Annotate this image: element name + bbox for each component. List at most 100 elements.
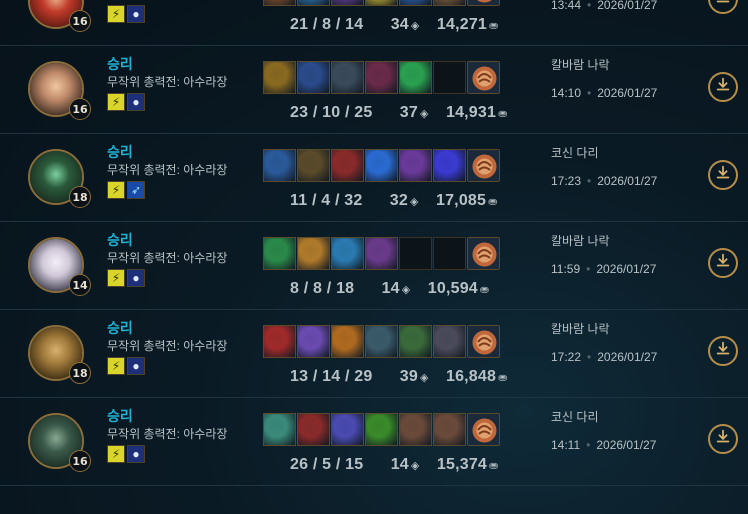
item-icon[interactable] xyxy=(433,413,466,446)
item-icon[interactable] xyxy=(365,413,398,446)
item-icon[interactable] xyxy=(263,413,296,446)
item-icon[interactable] xyxy=(365,0,398,6)
match-stats: 23 / 10 / 25 37 ◈ 14,931 ⛂ xyxy=(290,104,508,122)
item-icon[interactable] xyxy=(433,149,466,182)
champion-level-badge: 18 xyxy=(69,186,91,208)
gold: 15,374 xyxy=(436,456,488,473)
cs-icon: ◈ xyxy=(401,284,411,296)
download-icon xyxy=(714,340,732,363)
item-build xyxy=(263,0,500,6)
item-icon[interactable] xyxy=(365,149,398,182)
item-icon[interactable] xyxy=(331,413,364,446)
match-result: 승리 xyxy=(107,232,133,248)
match-date: 2026/01/27 xyxy=(597,86,658,100)
gold-icon: ⛂ xyxy=(488,196,498,208)
summoner-spell-flash-icon[interactable]: ⚡ xyxy=(107,357,125,375)
match-row[interactable]: 16 승리 무작위 총력전: 아수라장 ⚡ ● 26 / 5 / 15 14 ◈ 1… xyxy=(0,398,748,486)
trinket-item-icon[interactable] xyxy=(467,413,500,446)
item-icon[interactable] xyxy=(263,325,296,358)
summoner-spells: ⚡ ● xyxy=(107,269,145,287)
summoner-spell-ghost-icon[interactable]: ● xyxy=(127,269,145,287)
game-mode: 무작위 총력전: 아수라장 xyxy=(107,427,228,441)
summoner-spell-ghost-icon[interactable]: ● xyxy=(127,5,145,23)
match-row[interactable]: 14 승리 무작위 총력전: 아수라장 ⚡ ● 8 / 8 / 18 14 ◈ 10… xyxy=(0,222,748,310)
item-icon[interactable] xyxy=(331,0,364,6)
kda: 21 / 8 / 14 xyxy=(290,16,364,33)
cs-icon: ◈ xyxy=(410,196,419,208)
item-icon[interactable] xyxy=(331,149,364,182)
trinket-item-icon[interactable] xyxy=(467,149,500,182)
item-icon[interactable] xyxy=(297,237,330,270)
game-mode: 무작위 총력전: 아수라장 xyxy=(107,339,228,353)
trinket-item-icon[interactable] xyxy=(467,0,500,6)
trinket-item-icon[interactable] xyxy=(467,237,500,270)
item-icon[interactable] xyxy=(297,325,330,358)
trinket-item-icon[interactable] xyxy=(467,325,500,358)
item-icon[interactable] xyxy=(365,237,398,270)
download-replay-button[interactable] xyxy=(708,0,738,14)
game-mode: 무작위 총력전: 아수라장 xyxy=(107,75,228,89)
item-icon[interactable] xyxy=(297,149,330,182)
item-icon[interactable] xyxy=(365,325,398,358)
download-replay-button[interactable] xyxy=(708,72,738,102)
item-icon[interactable] xyxy=(365,61,398,94)
creep-score: 39 xyxy=(399,368,418,385)
match-date: 2026/01/27 xyxy=(597,0,658,12)
duration: 17:23 xyxy=(551,174,582,188)
item-icon[interactable] xyxy=(263,237,296,270)
item-icon[interactable] xyxy=(297,61,330,94)
summoner-spells: ⚡ ● xyxy=(107,445,145,463)
download-replay-button[interactable] xyxy=(708,424,738,454)
item-icon[interactable] xyxy=(399,0,432,6)
summoner-spell-flash-icon[interactable]: ⚡ xyxy=(107,93,125,111)
item-icon[interactable] xyxy=(331,237,364,270)
match-row[interactable]: 18 승리 무작위 총력전: 아수라장 ⚡ ➶ 11 / 4 / 32 32 ◈ 1… xyxy=(0,134,748,222)
summoner-spell-ghost-icon[interactable]: ● xyxy=(127,93,145,111)
item-icon[interactable] xyxy=(399,149,432,182)
item-icon[interactable] xyxy=(297,0,330,6)
item-icon[interactable] xyxy=(331,325,364,358)
cs-icon: ◈ xyxy=(410,460,420,472)
item-icon[interactable] xyxy=(433,0,466,6)
duration: 11:59 xyxy=(551,262,581,276)
creep-score: 14 xyxy=(381,280,400,297)
summoner-spell-flash-icon[interactable]: ⚡ xyxy=(107,445,125,463)
item-build xyxy=(263,325,500,358)
item-icon[interactable] xyxy=(399,413,432,446)
gold-icon: ⛂ xyxy=(498,108,508,120)
trinket-item-icon[interactable] xyxy=(467,61,500,94)
item-icon[interactable] xyxy=(331,61,364,94)
summoner-spell-flash-icon[interactable]: ⚡ xyxy=(107,5,125,23)
gold-icon: ⛂ xyxy=(489,20,499,32)
item-icon[interactable] xyxy=(297,413,330,446)
summoner-spell-ghost-icon[interactable]: ● xyxy=(127,445,145,463)
creep-score: 37 xyxy=(399,104,418,121)
summoner-spell-flash-icon[interactable]: ⚡ xyxy=(107,269,125,287)
empty-item-slot xyxy=(433,61,466,94)
duration: 14:10 xyxy=(551,86,582,100)
gold-icon: ⛂ xyxy=(498,372,508,384)
match-row[interactable]: 18 승리 무작위 총력전: 아수라장 ⚡ ● 13 / 14 / 29 39 ◈ … xyxy=(0,310,748,398)
item-icon[interactable] xyxy=(263,61,296,94)
item-icon[interactable] xyxy=(433,325,466,358)
summoner-spells: ⚡ ● xyxy=(107,93,145,111)
match-row[interactable]: 16 승리 무작위 총력전: 아수라장 ⚡ ● 23 / 10 / 25 37 ◈ … xyxy=(0,46,748,134)
gold-icon: ⛂ xyxy=(489,460,499,472)
item-icon[interactable] xyxy=(263,0,296,6)
match-row[interactable]: 16 ⚡ ● 21 / 8 / 14 34 ◈ 14,271 ⛂ 13:44 • 2026… xyxy=(0,0,748,46)
item-icon[interactable] xyxy=(399,61,432,94)
item-icon[interactable] xyxy=(263,149,296,182)
download-replay-button[interactable] xyxy=(708,160,738,190)
item-icon[interactable] xyxy=(399,325,432,358)
gold-icon: ⛂ xyxy=(479,284,490,296)
summoner-spells: ⚡ ● xyxy=(107,357,145,375)
summoner-spells: ⚡ ● xyxy=(107,5,145,23)
download-replay-button[interactable] xyxy=(708,336,738,366)
summoner-spell-flash-icon[interactable]: ⚡ xyxy=(107,181,125,199)
download-icon xyxy=(714,252,732,275)
item-build xyxy=(263,413,500,446)
summoner-spell-ghost-icon[interactable]: ● xyxy=(127,357,145,375)
download-replay-button[interactable] xyxy=(708,248,738,278)
gold: 14,271 xyxy=(436,16,488,33)
summoner-spell-dash-icon[interactable]: ➶ xyxy=(127,181,145,199)
